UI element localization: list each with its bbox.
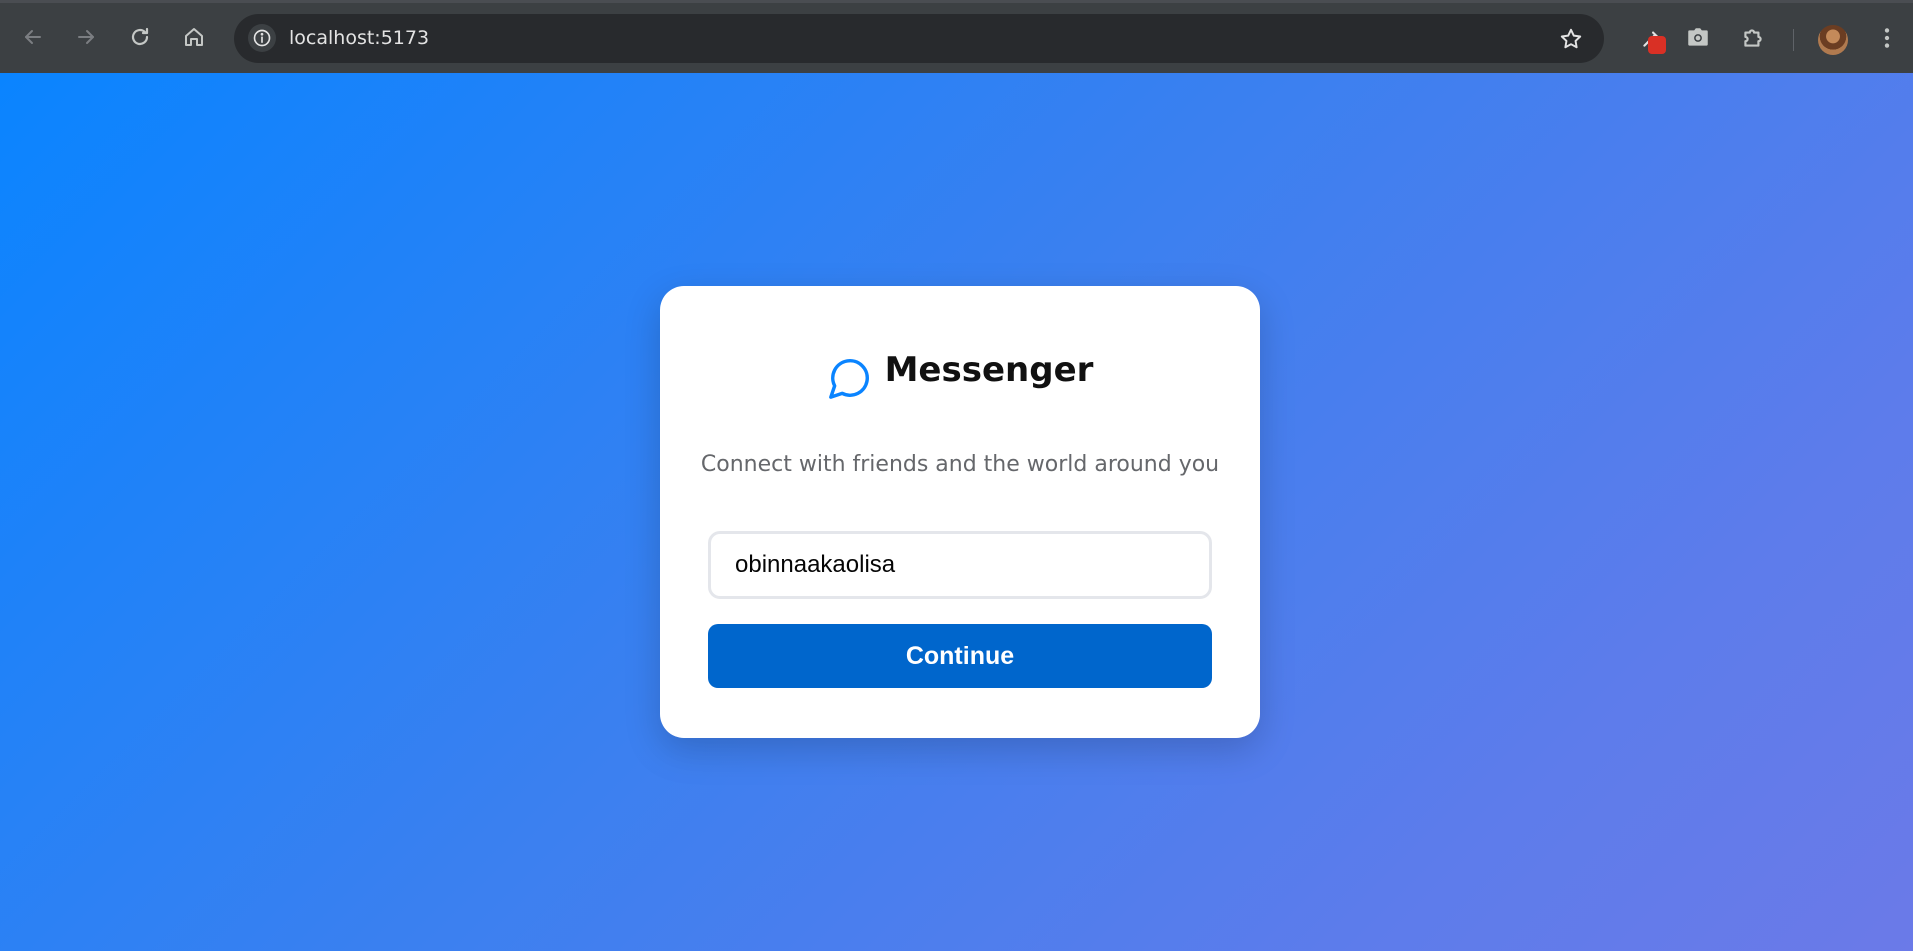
arrow-right-icon bbox=[78, 30, 94, 44]
reload-icon bbox=[131, 27, 149, 46]
app-title: Messenger bbox=[884, 350, 1094, 390]
browser-toolbar: localhost:5173 bbox=[0, 3, 1913, 73]
info-icon bbox=[253, 29, 271, 47]
extensions-button[interactable] bbox=[1737, 22, 1769, 54]
back-button[interactable] bbox=[15, 19, 51, 55]
url-text[interactable]: localhost:5173 bbox=[289, 27, 429, 49]
bookmark-button[interactable] bbox=[1558, 26, 1584, 52]
username-field bbox=[708, 531, 1212, 599]
screenshot-extension-button[interactable] bbox=[1682, 22, 1714, 54]
eyedropper-extension-button[interactable] bbox=[1636, 22, 1668, 54]
brand-header: Messenger bbox=[660, 344, 1260, 399]
reload-button[interactable] bbox=[122, 19, 158, 55]
home-button[interactable] bbox=[176, 19, 212, 55]
puzzle-icon bbox=[1744, 29, 1762, 47]
chat-bubble-icon bbox=[828, 359, 869, 399]
arrow-left-icon bbox=[25, 30, 41, 44]
camera-icon bbox=[1688, 28, 1708, 46]
home-icon bbox=[185, 28, 203, 46]
kebab-menu-icon bbox=[1884, 28, 1890, 48]
username-input[interactable] bbox=[711, 534, 1209, 596]
page-background: Messenger Connect with friends and the w… bbox=[0, 73, 1913, 951]
login-card: Messenger Connect with friends and the w… bbox=[660, 286, 1260, 738]
toolbar-separator bbox=[1793, 29, 1794, 51]
site-info-button[interactable] bbox=[248, 24, 276, 52]
continue-button[interactable]: Continue bbox=[708, 624, 1212, 688]
profile-avatar[interactable] bbox=[1818, 25, 1848, 55]
browser-chrome: localhost:5173 bbox=[0, 0, 1913, 73]
star-icon bbox=[1560, 28, 1582, 49]
address-bar[interactable]: localhost:5173 bbox=[234, 14, 1604, 63]
extension-badge bbox=[1648, 36, 1666, 54]
browser-menu-button[interactable] bbox=[1871, 22, 1903, 54]
forward-button[interactable] bbox=[68, 19, 104, 55]
tagline: Connect with friends and the world aroun… bbox=[700, 452, 1220, 477]
